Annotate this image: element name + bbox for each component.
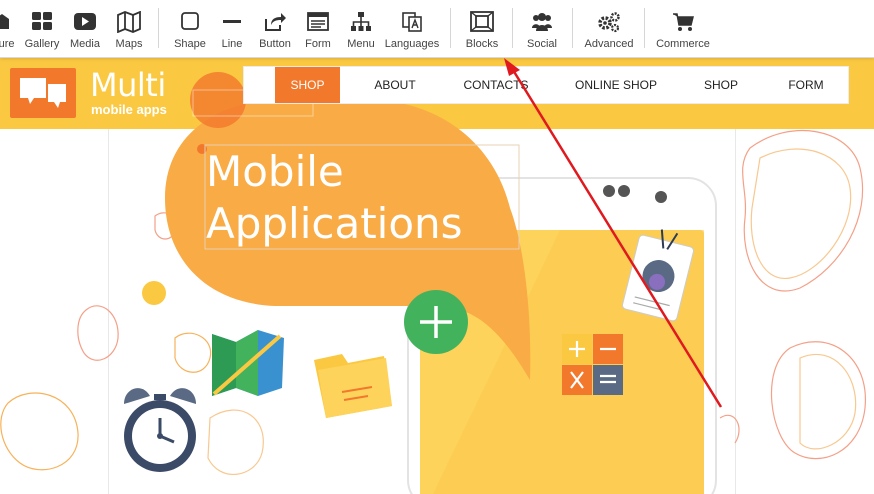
tool-form[interactable]: Form — [300, 0, 336, 58]
nav-item-form[interactable]: FORM — [778, 67, 834, 103]
tool-button[interactable]: Button — [254, 0, 296, 58]
blocks-icon — [470, 11, 494, 32]
gallery-icon — [32, 12, 52, 30]
tool-gallery[interactable]: Gallery — [22, 0, 62, 58]
tool-picture[interactable]: ture — [0, 0, 18, 58]
nav-item-about[interactable]: ABOUT — [364, 67, 426, 103]
nav-item-shop-2[interactable]: SHOP — [696, 67, 746, 103]
tool-commerce[interactable]: Commerce — [654, 0, 712, 58]
map-icon — [117, 11, 141, 33]
tool-shape[interactable]: Shape — [170, 0, 210, 58]
hero-illustration — [0, 72, 866, 494]
nav-item-online-shop[interactable]: ONLINE SHOP — [568, 67, 664, 103]
tool-advanced[interactable]: Advanced — [582, 0, 636, 58]
cart-icon — [673, 13, 694, 31]
button-icon — [265, 13, 286, 31]
toolbar-separator — [450, 8, 451, 48]
shape-icon — [181, 12, 199, 30]
tool-blocks[interactable]: Blocks — [462, 0, 502, 58]
site-logo[interactable] — [10, 68, 76, 118]
menu-icon — [351, 12, 371, 31]
tool-social[interactable]: Social — [522, 0, 562, 58]
chat-bubble-icon — [20, 78, 66, 108]
site-nav: SHOP ABOUT CONTACTS ONLINE SHOP SHOP FOR… — [243, 66, 849, 104]
nav-item-contacts[interactable]: CONTACTS — [456, 67, 536, 103]
tool-menu[interactable]: Menu — [342, 0, 380, 58]
logo-title: Multi — [90, 66, 166, 104]
hero-title-line2[interactable]: Applications — [206, 198, 463, 250]
social-icon — [532, 13, 552, 31]
toolbar-separator — [572, 8, 573, 48]
picture-icon — [0, 14, 9, 29]
media-icon — [74, 13, 96, 30]
tool-maps[interactable]: Maps — [110, 0, 148, 58]
toolbar-separator — [644, 8, 645, 48]
tool-languages[interactable]: Languages — [384, 0, 440, 58]
editor-toolbar: ture Gallery Media Maps Shape Line Butto… — [0, 0, 874, 58]
tool-line[interactable]: Line — [214, 0, 250, 58]
toolbar-separator — [158, 8, 159, 48]
logo-subtitle: mobile apps — [91, 102, 167, 117]
line-icon — [223, 20, 241, 23]
editor-stage: ture Gallery Media Maps Shape Line Butto… — [0, 0, 874, 494]
form-icon — [307, 12, 329, 31]
page-canvas: Multi mobile apps SHOP ABOUT CONTACTS ON… — [0, 58, 874, 494]
nav-item-shop[interactable]: SHOP — [275, 67, 340, 103]
hero-title-line1[interactable]: Mobile — [206, 146, 344, 198]
tool-media[interactable]: Media — [66, 0, 104, 58]
toolbar-separator — [512, 8, 513, 48]
advanced-icon — [598, 12, 620, 33]
languages-icon — [402, 12, 422, 32]
